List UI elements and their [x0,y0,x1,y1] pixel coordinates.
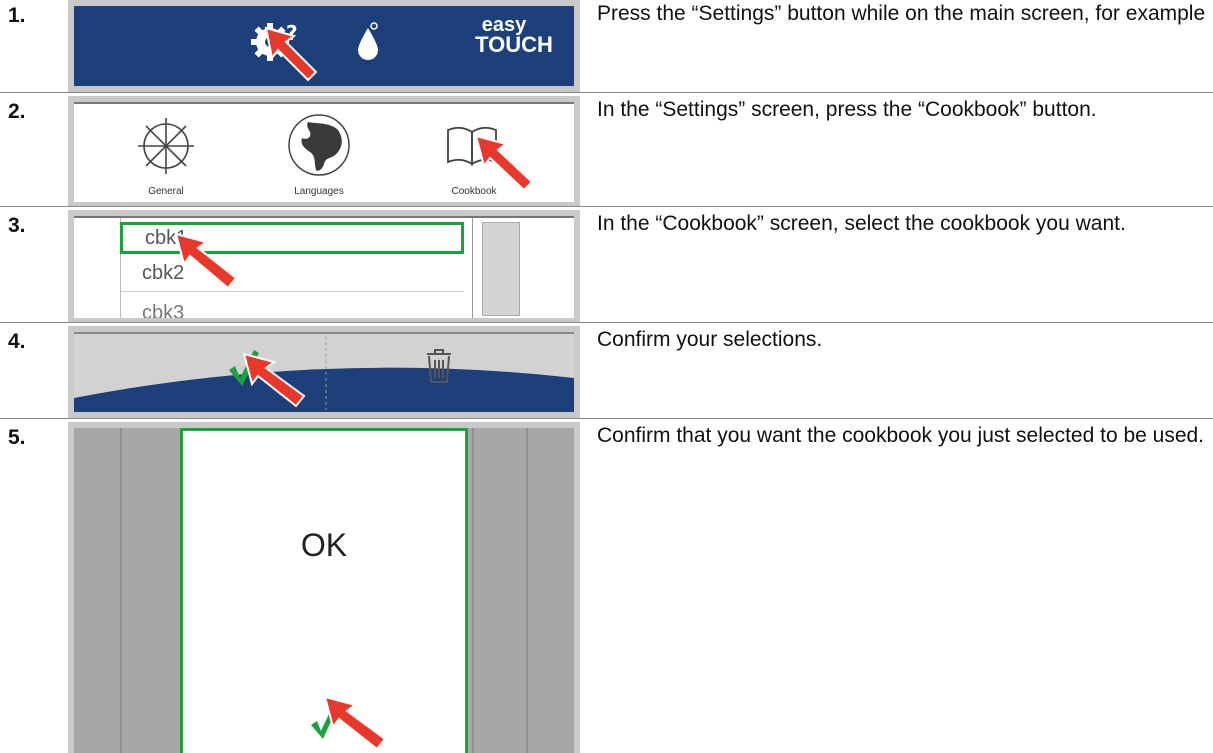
step-screenshot: OK [68,422,580,753]
list-divider [120,291,464,292]
confirm-toolbar [74,332,574,412]
brand-logo: easy TOUCH [469,15,559,57]
row-divider [0,206,1213,207]
step-number: 4. [8,330,26,353]
row-divider [0,92,1213,93]
background-panel-divider [120,428,122,753]
step-screenshot: General Languages Cookbook [68,96,580,206]
settings-item-general-label: General [148,186,184,197]
list-item-label: cbk3 [142,302,185,318]
background-panel-divider [526,428,528,753]
step-screenshot: cbk1 cbk2 cbk3 [68,210,580,322]
cookbook-screen: cbk1 cbk2 cbk3 [74,216,574,318]
step-number: 5. [8,426,26,449]
settings-item-languages-label: Languages [294,186,344,197]
step-number: 2. [8,100,26,123]
step-description: Confirm your selections. [597,328,823,351]
settings-item-cookbook-label: Cookbook [451,186,497,197]
step-row-5: 5. OK Confirm that you want the cookbook… [0,422,1213,753]
toolbar-background [74,332,574,410]
red-arrow-icon [242,352,306,408]
list-item[interactable]: cbk2 [120,260,464,290]
water-drop-icon [358,22,378,60]
row-divider [0,418,1213,419]
step-screenshot: ? easy TOUCH [68,0,580,92]
scrollbar-thumb[interactable] [482,222,520,316]
list-item[interactable]: cbk3 [120,302,464,318]
row-divider [0,322,1213,323]
red-arrow-icon [264,26,318,82]
step-row-2: 2. General Languages Cookbook In the “Se… [0,96,1213,206]
trash-bin-icon[interactable] [424,346,454,386]
red-arrow-icon [174,232,238,290]
step-screenshot [68,326,580,418]
ship-wheel-icon[interactable] [130,114,202,178]
step-description: In the “Cookbook” screen, select the coo… [597,212,1126,235]
main-screen-header: ? easy TOUCH [74,6,574,86]
step-row-1: 1. ? easy TOUCH Press the “Settings” but… [0,0,1213,92]
red-arrow-icon [474,134,534,192]
step-number: 3. [8,214,26,237]
brand-bottom-text: TOUCH [475,32,553,57]
settings-screen: General Languages Cookbook [74,102,574,202]
step-description: In the “Settings” screen, press the “Coo… [597,98,1097,121]
globe-icon[interactable] [286,112,352,178]
step-row-4: 4. Confirm your selections. [0,326,1213,418]
confirm-dialog-screen: OK [74,428,574,753]
background-panel-divider [472,428,474,753]
step-number: 1. [8,4,26,27]
step-row-3: 3. cbk1 cbk2 cbk3 In the “Cookbook” scre… [0,210,1213,322]
red-arrow-icon [323,695,387,751]
scrollbar[interactable] [472,218,473,318]
ok-dialog[interactable]: OK [180,428,468,753]
dialog-ok-text: OK [300,527,348,563]
step-description: Confirm that you want the cookbook you j… [597,424,1205,447]
list-item-selected[interactable]: cbk1 [120,222,464,254]
step-description: Press the “Settings” button while on the… [597,2,1206,25]
